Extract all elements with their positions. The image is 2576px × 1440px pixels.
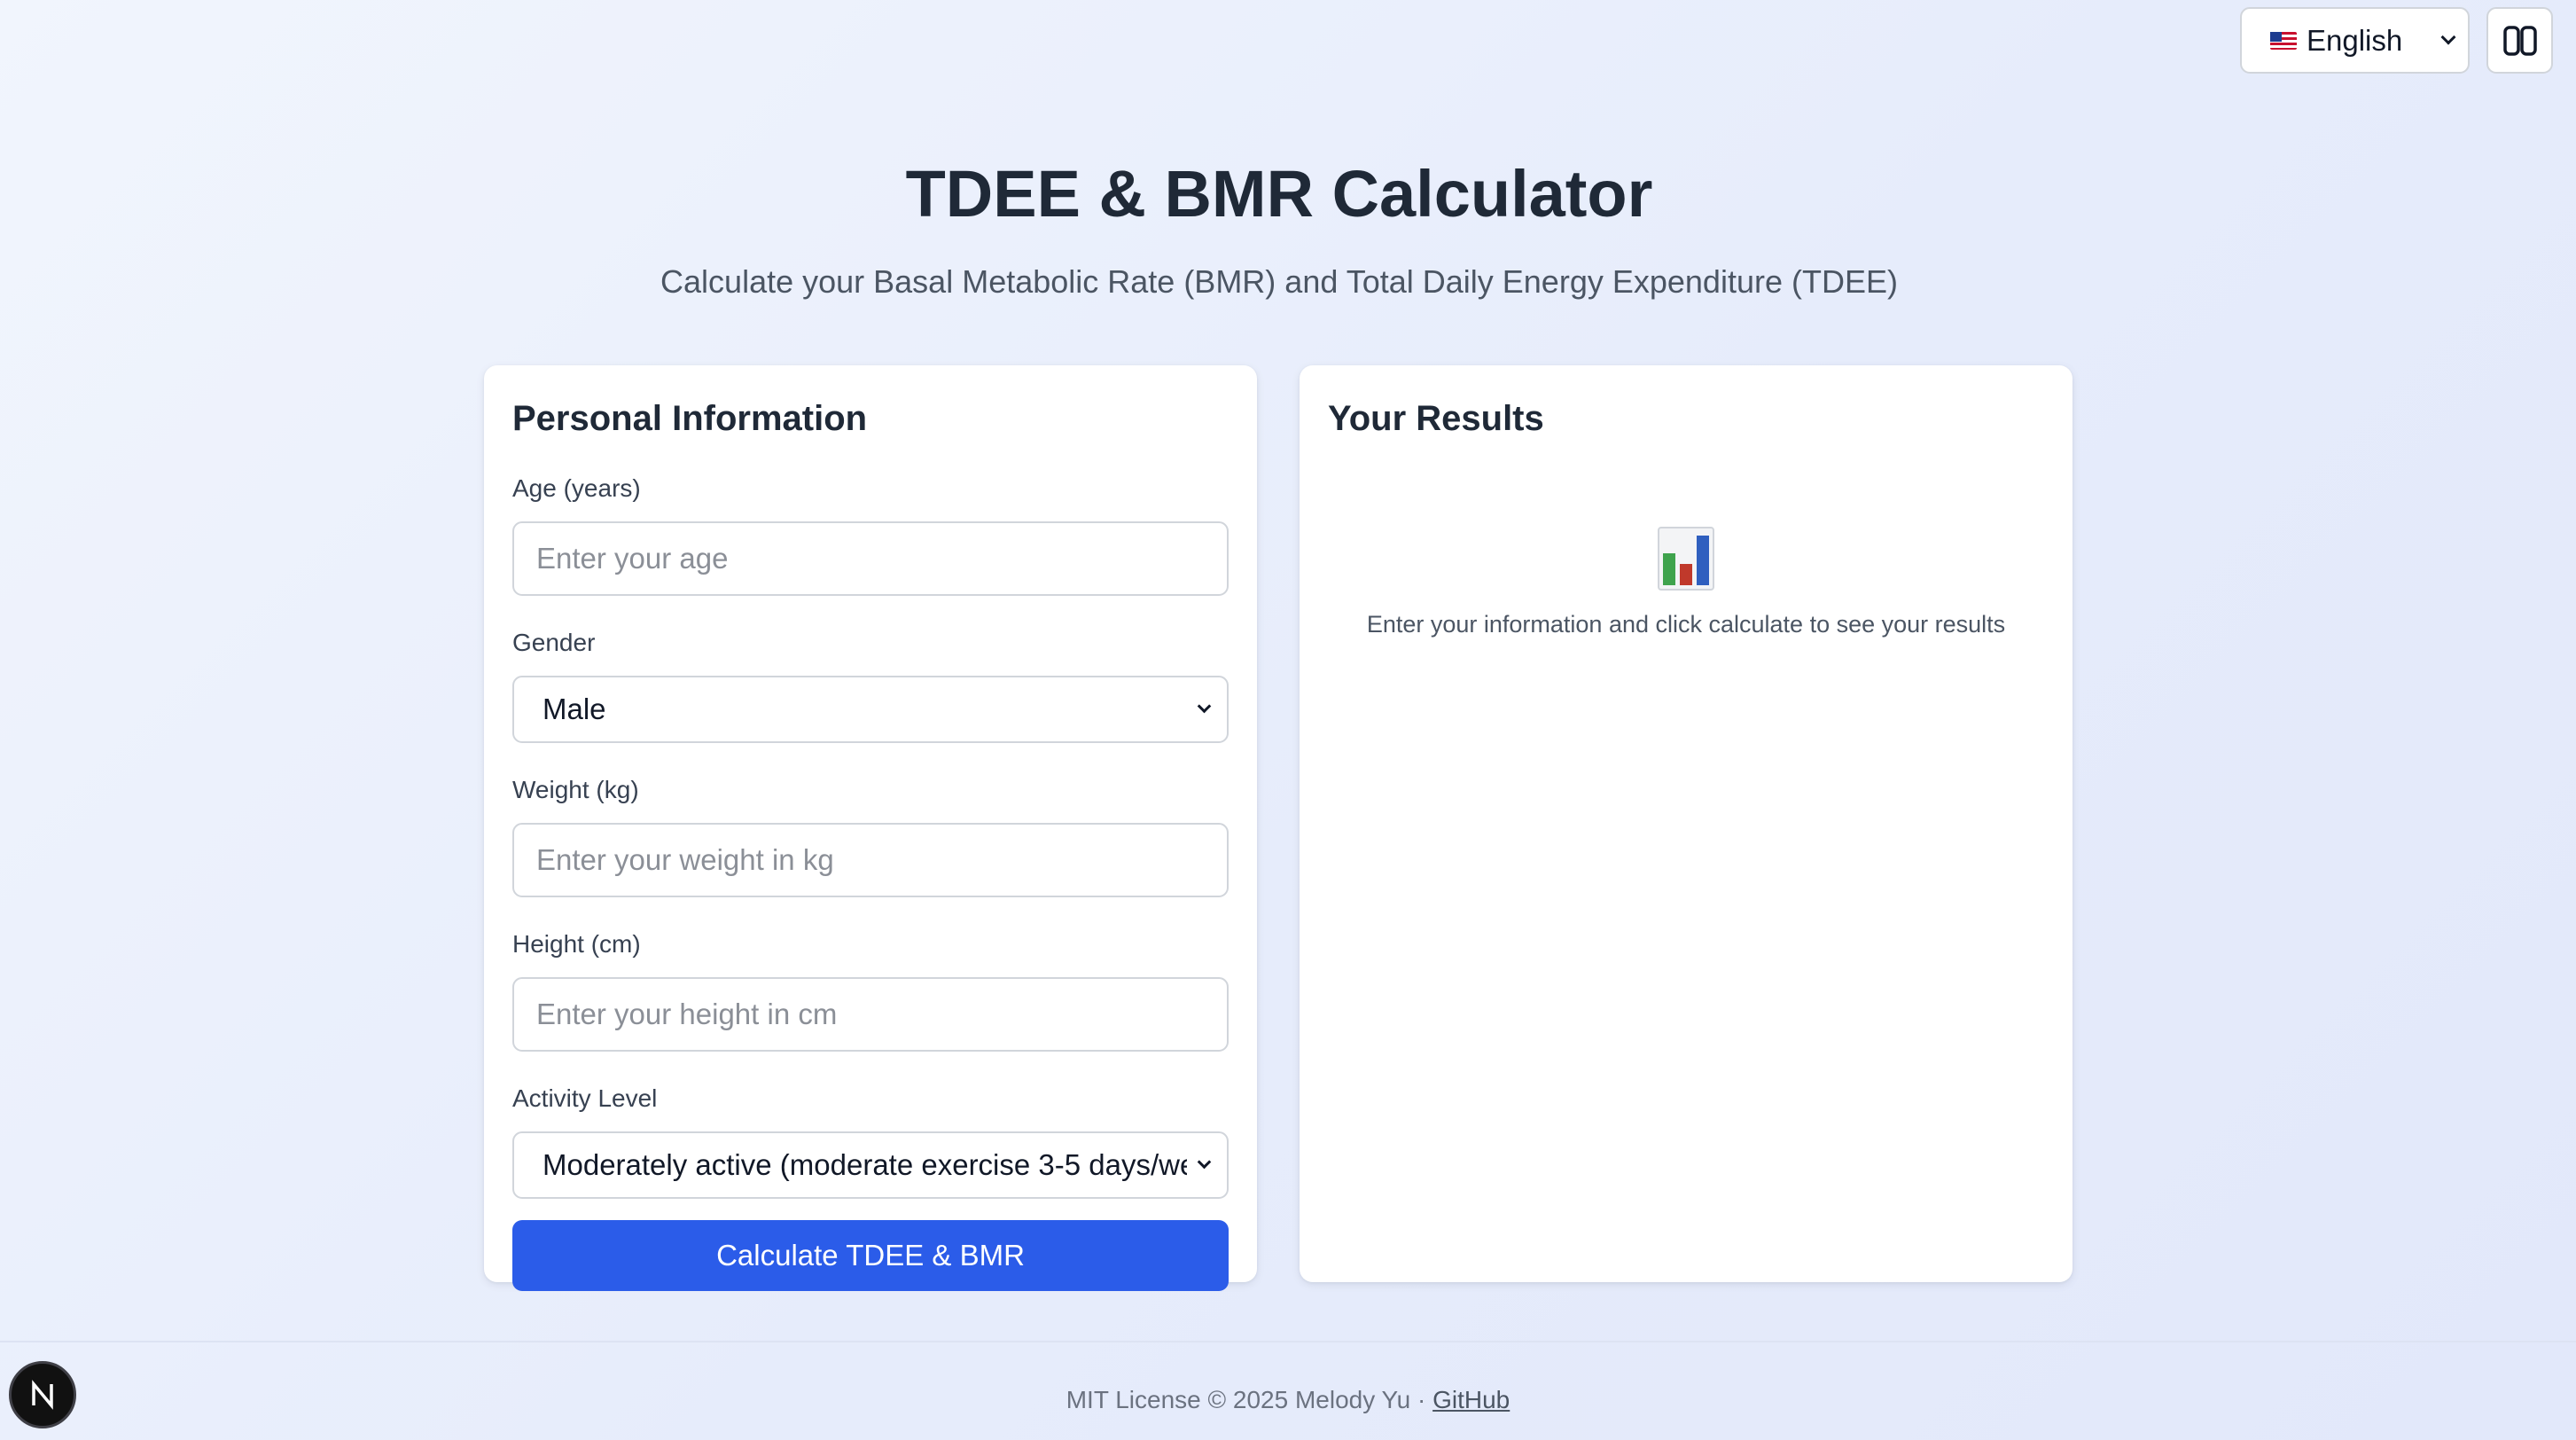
- gender-select[interactable]: Male: [512, 676, 1229, 743]
- gender-value: Male: [543, 693, 606, 725]
- nextjs-logo-icon: [32, 1380, 53, 1410]
- page-title: TDEE & BMR Calculator: [905, 157, 1653, 231]
- results-empty-state: Enter your information and click calcula…: [1328, 527, 2044, 638]
- chevron-down-icon: [1197, 1154, 1212, 1170]
- results-empty-message: Enter your information and click calcula…: [1366, 611, 2006, 638]
- language-value: English: [2307, 23, 2403, 57]
- age-input[interactable]: [512, 521, 1229, 596]
- bar-chart-icon: [1658, 527, 1714, 591]
- height-input[interactable]: [512, 977, 1229, 1052]
- top-controls: English: [2240, 7, 2553, 74]
- results-title: Your Results: [1328, 399, 1544, 438]
- results-card: Your Results Enter your information and …: [1300, 365, 2073, 1282]
- footer: MIT License © 2025 Melody Yu · GitHub: [0, 1386, 2576, 1414]
- footer-text: MIT License © 2025 Melody Yu ·: [1066, 1386, 1433, 1413]
- language-select[interactable]: English: [2240, 7, 2470, 74]
- height-label: Height (cm): [512, 930, 641, 958]
- calculate-button[interactable]: Calculate TDEE & BMR: [512, 1220, 1229, 1291]
- personal-info-title: Personal Information: [512, 399, 868, 438]
- github-link[interactable]: GitHub: [1432, 1386, 1510, 1413]
- personal-info-card: Personal Information Age (years) Gender …: [484, 365, 1257, 1291]
- layout-toggle-button[interactable]: [2486, 7, 2553, 74]
- activity-value: Moderately active (moderate exercise 3-5…: [543, 1148, 1187, 1181]
- us-flag-icon: [2270, 31, 2297, 50]
- activity-select[interactable]: Moderately active (moderate exercise 3-5…: [512, 1131, 1229, 1199]
- layout-columns-icon: [2502, 25, 2537, 56]
- footer-divider: [0, 1341, 2576, 1342]
- weight-label: Weight (kg): [512, 776, 639, 803]
- chevron-down-icon: [1197, 699, 1212, 714]
- age-label: Age (years): [512, 474, 641, 502]
- gender-label: Gender: [512, 629, 596, 656]
- chevron-down-icon: [2440, 29, 2456, 45]
- activity-label: Activity Level: [512, 1084, 658, 1112]
- weight-input[interactable]: [512, 823, 1229, 897]
- nextjs-dev-badge[interactable]: [9, 1361, 76, 1428]
- page-subtitle: Calculate your Basal Metabolic Rate (BMR…: [660, 263, 1898, 300]
